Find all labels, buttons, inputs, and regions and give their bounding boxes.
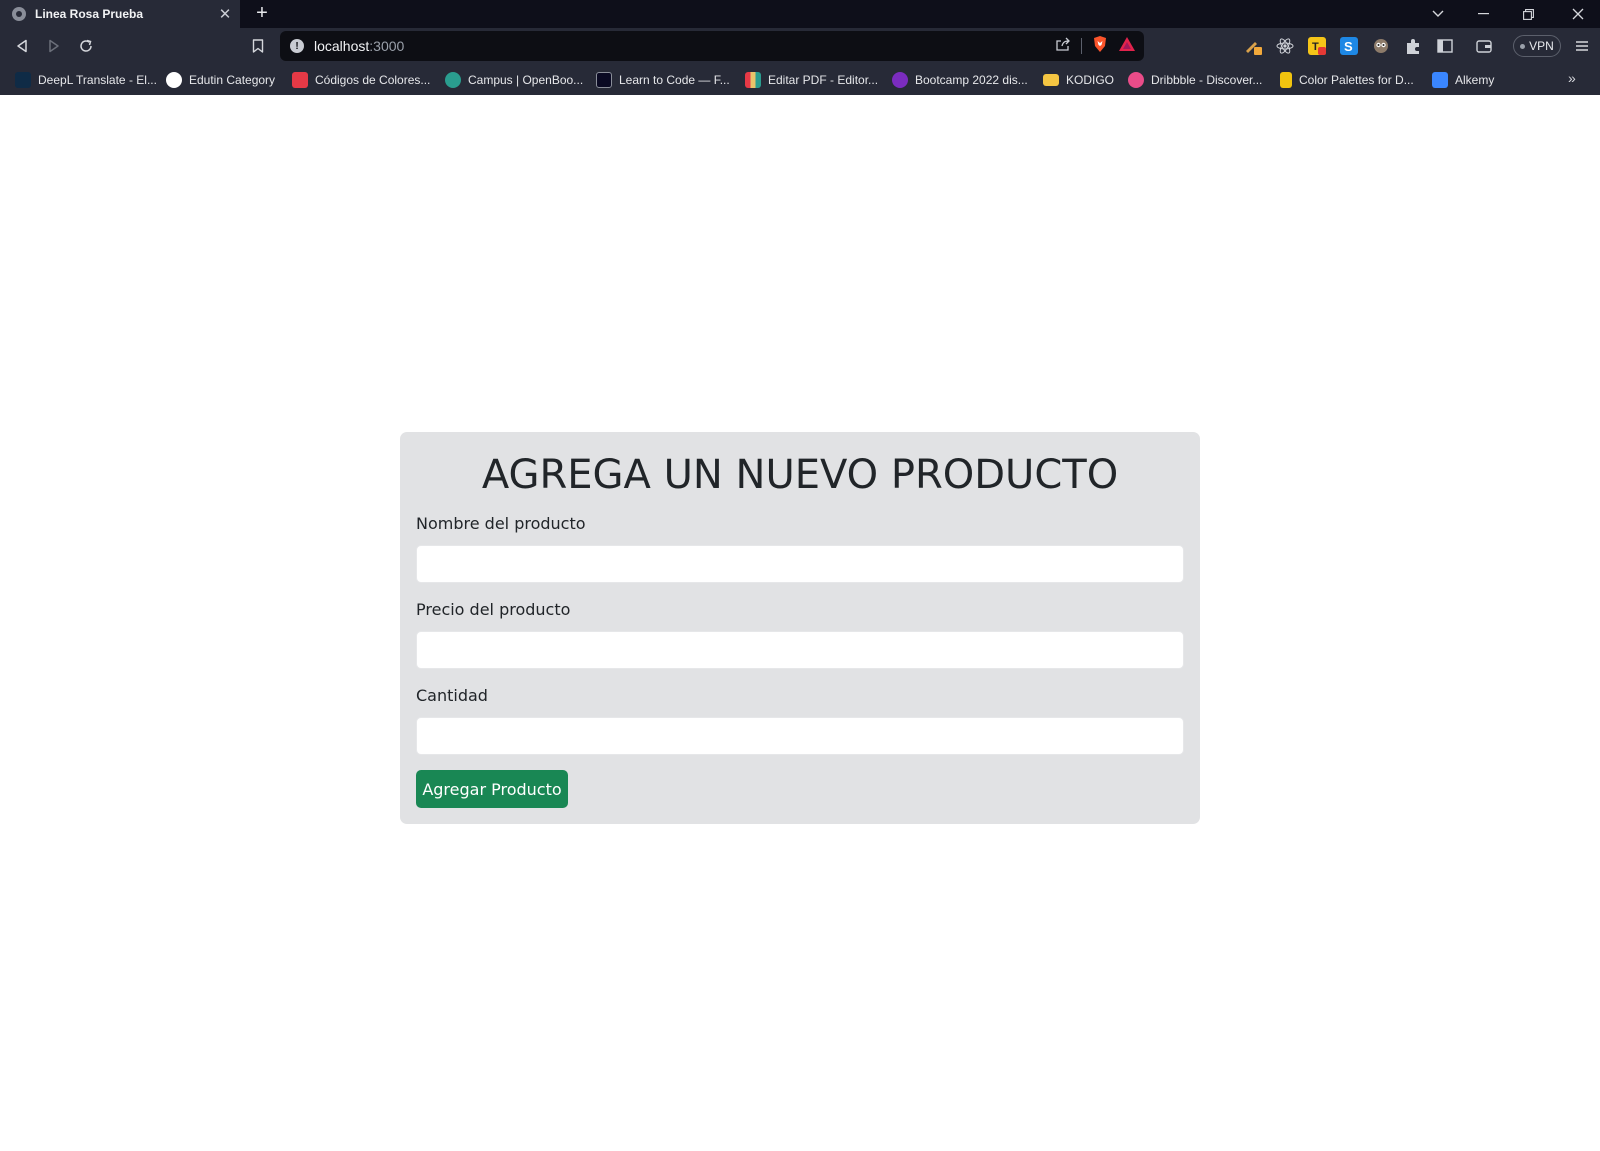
tab-strip: Linea Rosa Prueba ✕ + — [0, 0, 1600, 28]
product-name-input[interactable] — [416, 545, 1184, 583]
folder-icon — [1043, 74, 1059, 86]
sidebar-toggle-icon[interactable] — [1436, 37, 1454, 55]
bookmark-icon[interactable] — [246, 34, 270, 58]
active-tab[interactable]: Linea Rosa Prueba ✕ — [0, 0, 240, 28]
bookmark-label: Color Palettes for D... — [1299, 73, 1414, 87]
address-bar-actions — [1055, 35, 1136, 58]
bookmark-label: Bootcamp 2022 dis... — [915, 73, 1028, 87]
react-devtools-icon[interactable] — [1276, 37, 1294, 55]
bookmark-item[interactable]: Bootcamp 2022 dis... — [892, 70, 1028, 90]
bookmark-item[interactable]: DeepL Translate - El... — [15, 70, 157, 90]
svg-text:S: S — [1344, 39, 1353, 54]
site-info-icon[interactable]: ! — [290, 39, 304, 53]
bookmarks-bar: DeepL Translate - El... Edutin Category … — [0, 64, 1600, 95]
back-icon[interactable] — [10, 34, 34, 58]
brave-shields-icon[interactable] — [1092, 35, 1108, 58]
minimize-button[interactable] — [1461, 0, 1505, 28]
globe-icon — [12, 7, 26, 21]
bookmark-label: Learn to Code — F... — [619, 73, 730, 87]
forward-icon[interactable] — [42, 34, 66, 58]
tab-close-icon[interactable]: ✕ — [214, 5, 236, 23]
bookmark-label: Edutin Category — [189, 73, 276, 87]
add-product-form: AGREGA UN NUEVO PRODUCTO Nombre del prod… — [400, 432, 1200, 824]
extension-s-icon[interactable]: S — [1340, 37, 1358, 55]
extension-owl-icon[interactable] — [1372, 37, 1390, 55]
tab-search-icon[interactable] — [1416, 0, 1460, 28]
more-bookmarks-icon[interactable]: » — [1568, 70, 1576, 86]
product-name-label: Nombre del producto — [416, 514, 586, 533]
brave-rewards-icon[interactable] — [1118, 36, 1136, 57]
window-close-button[interactable] — [1556, 0, 1600, 28]
extension-pen-icon[interactable] — [1244, 37, 1262, 55]
extension-badge-icon[interactable]: T — [1308, 37, 1326, 55]
wallet-icon[interactable] — [1475, 37, 1493, 55]
bookmark-favicon-icon — [596, 72, 612, 88]
bookmark-item[interactable]: Editar PDF - Editor... — [745, 70, 878, 90]
add-product-button[interactable]: Agregar Producto — [416, 770, 568, 808]
bookmark-item[interactable]: Campus | OpenBoo... — [445, 70, 583, 90]
bookmark-label: KODIGO — [1066, 73, 1115, 87]
vpn-status-icon — [1520, 43, 1526, 49]
bookmark-label: Códigos de Colores... — [315, 73, 431, 87]
bookmark-label: Campus | OpenBoo... — [468, 73, 584, 87]
vpn-button[interactable]: VPN — [1513, 35, 1561, 57]
bookmark-label: Dribbble - Discover... — [1151, 73, 1263, 87]
form-title: AGREGA UN NUEVO PRODUCTO — [481, 452, 1119, 498]
bookmark-favicon-icon — [892, 72, 908, 88]
product-price-label: Precio del producto — [416, 600, 571, 619]
address-bar[interactable]: ! localhost:3000 — [280, 31, 1144, 61]
bookmark-favicon-icon — [1128, 72, 1144, 88]
browser-toolbar: ! localhost:3000 T S VPN — [0, 28, 1600, 64]
bookmark-item[interactable]: Learn to Code — F... — [596, 70, 730, 90]
address-port: :3000 — [369, 38, 405, 54]
bookmark-label: Alkemy — [1455, 73, 1495, 87]
restore-button[interactable] — [1506, 0, 1550, 28]
divider — [1081, 38, 1082, 54]
bookmark-favicon-icon — [1280, 72, 1292, 88]
bookmark-item[interactable]: Códigos de Colores... — [292, 70, 430, 90]
bookmark-favicon-icon — [1432, 72, 1448, 88]
bookmark-label: DeepL Translate - El... — [38, 73, 157, 87]
menu-icon[interactable] — [1571, 34, 1593, 58]
reload-icon[interactable] — [74, 34, 98, 58]
svg-text:T: T — [1312, 41, 1319, 53]
bookmark-favicon-icon — [15, 72, 31, 88]
quantity-label: Cantidad — [416, 686, 488, 705]
share-icon[interactable] — [1055, 37, 1071, 56]
bookmark-favicon-icon — [445, 72, 461, 88]
extensions-puzzle-icon[interactable] — [1404, 37, 1422, 55]
bookmark-item[interactable]: Dribbble - Discover... — [1128, 70, 1262, 90]
vpn-label: VPN — [1529, 39, 1554, 53]
bookmark-item[interactable]: Edutin Category — [166, 70, 275, 90]
bookmark-item[interactable]: Color Palettes for D... — [1280, 70, 1414, 90]
bookmark-label: Editar PDF - Editor... — [768, 73, 879, 87]
bookmark-folder[interactable]: KODIGO — [1043, 70, 1114, 90]
product-price-input[interactable] — [416, 631, 1184, 669]
bookmark-item[interactable]: Alkemy — [1432, 70, 1494, 90]
bookmark-favicon-icon — [166, 72, 182, 88]
bookmark-favicon-icon — [292, 72, 308, 88]
quantity-input[interactable] — [416, 717, 1184, 755]
tab-title: Linea Rosa Prueba — [35, 7, 144, 21]
bookmark-favicon-icon — [745, 72, 761, 88]
address-host: localhost — [314, 38, 370, 54]
new-tab-button[interactable]: + — [251, 2, 273, 24]
